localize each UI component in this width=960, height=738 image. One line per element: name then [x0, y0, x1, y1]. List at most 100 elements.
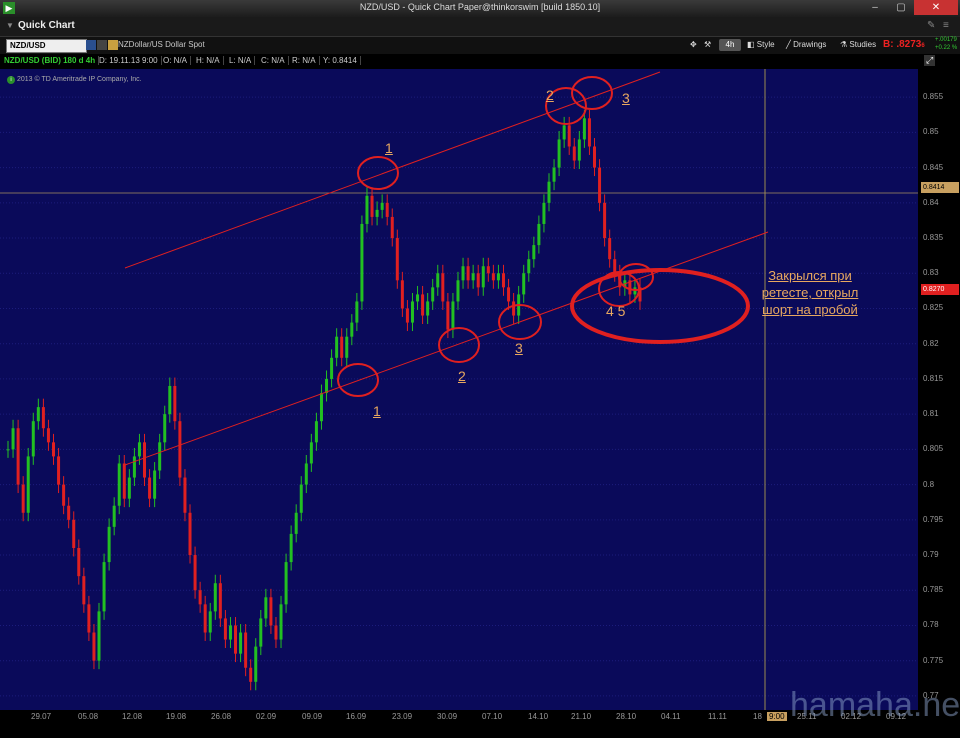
quick-chart-header: ▼ Quick Chart ✎ ≡	[0, 17, 960, 37]
y-tick-label: 0.775	[923, 655, 944, 665]
current-price-tag: 0.8270	[921, 284, 959, 295]
annotation-note: Закрылся при ретесте, открыл шорт на про…	[761, 268, 859, 317]
candle-body	[405, 308, 409, 323]
x-tick-label: 11.11	[708, 712, 727, 721]
candle-body	[395, 238, 399, 281]
candle-body	[254, 646, 258, 682]
candle-body	[168, 385, 172, 415]
candle-body	[36, 407, 40, 422]
timeframe-button[interactable]: 4h	[719, 39, 741, 51]
x-tick-label: 23.09	[392, 712, 413, 721]
minimize-button[interactable]: –	[862, 0, 888, 15]
candle-body	[41, 407, 45, 429]
y-tick-label: 0.815	[923, 373, 944, 383]
collapse-arrow-icon[interactable]: ▼	[6, 21, 14, 30]
candle-body	[249, 667, 253, 682]
symbol-dropdown-icon[interactable]	[86, 40, 96, 50]
studies-label: Studies	[849, 40, 877, 49]
candle-body	[577, 139, 581, 161]
candle-body	[173, 385, 177, 422]
candle-body	[52, 442, 56, 457]
candle-body	[532, 245, 536, 260]
annotation-number: 3	[515, 340, 523, 356]
pin-icon[interactable]: ✎	[927, 20, 935, 31]
style-icon: ◧	[747, 40, 755, 49]
x-tick-label: 05.08	[78, 712, 99, 721]
price-chart[interactable]	[0, 69, 960, 738]
candle-body	[153, 470, 157, 499]
expand-icon[interactable]: ⤢	[924, 55, 936, 66]
candle-body	[390, 216, 394, 239]
candle-body	[461, 266, 465, 281]
candle-body	[274, 625, 278, 640]
drawings-icon: ╱	[786, 40, 791, 49]
y-tick-label: 0.81	[923, 409, 939, 419]
y-tick-label: 0.79	[923, 550, 939, 560]
info-date: D: 19.11.13 9:00	[99, 56, 162, 65]
chart-toolbar: NZD/USD NZDollar/US Dollar Spot ✥ ⚒ 4h ◧…	[0, 37, 960, 54]
candle-body	[466, 266, 470, 281]
flag-icon[interactable]	[108, 40, 118, 50]
candle-body	[340, 336, 344, 358]
candle-body	[456, 280, 460, 302]
candle-body	[6, 449, 10, 451]
candle-body	[234, 625, 238, 654]
y-tick-label: 0.84	[923, 197, 939, 207]
info-icon: i	[7, 76, 15, 84]
close-button[interactable]: ✕	[914, 0, 958, 15]
y-tick-label: 0.82	[923, 338, 939, 348]
candle-body	[512, 301, 516, 316]
candle-body	[143, 442, 147, 478]
annotation-number: 3	[622, 90, 630, 106]
candle-body	[279, 604, 283, 640]
panel-title: Quick Chart	[18, 20, 75, 31]
candle-body	[228, 625, 232, 640]
candle-body	[137, 442, 141, 457]
candle-body	[587, 118, 591, 147]
candle-body	[491, 273, 495, 281]
style-button[interactable]: ◧ Style	[747, 39, 775, 51]
y-tick-label: 0.85	[923, 127, 939, 137]
candle-body	[72, 519, 76, 548]
candle-body	[481, 266, 485, 288]
candle-body	[208, 611, 212, 633]
candle-body	[117, 463, 121, 506]
annotation-number: 4 5	[606, 303, 626, 319]
y-tick-label: 0.795	[923, 514, 944, 524]
drawings-button[interactable]: ╱ Drawings	[786, 39, 826, 51]
maximize-button[interactable]: ▢	[888, 0, 914, 15]
candle-body	[400, 280, 404, 309]
candle-body	[436, 273, 440, 288]
y-tick-label: 0.845	[923, 162, 944, 172]
chart-area[interactable]	[0, 69, 960, 738]
bid-suffix: 6	[921, 43, 925, 49]
wrench-icon[interactable]: ⚒	[704, 39, 711, 51]
crosshair-icon[interactable]: ✥	[690, 39, 697, 51]
style-label: Style	[756, 40, 775, 49]
studies-button[interactable]: ⚗ Studies	[840, 39, 876, 51]
drawings-label: Drawings	[793, 40, 827, 49]
annotation-number: 2	[458, 368, 466, 384]
candle-body	[259, 618, 263, 647]
candle-body	[112, 505, 116, 527]
candle-body	[562, 125, 566, 140]
link-icon[interactable]	[97, 40, 107, 50]
candle-body	[289, 533, 293, 563]
candle-body	[603, 202, 607, 239]
candle-body	[132, 456, 136, 478]
info-high: H: N/A	[196, 56, 224, 65]
panel-menu-icon[interactable]: ≡	[943, 20, 949, 31]
x-tick-label: 26.08	[211, 712, 232, 721]
candle-body	[325, 378, 329, 394]
candle-body	[421, 294, 425, 316]
candle-body	[335, 336, 339, 358]
candle-body	[360, 223, 364, 302]
symbol-input[interactable]: NZD/USD	[6, 39, 87, 53]
candle-body	[567, 125, 571, 147]
candle-body	[269, 597, 273, 626]
candle-body	[608, 238, 612, 260]
candle-body	[375, 209, 379, 217]
candle-body	[163, 414, 167, 443]
candle-body	[501, 273, 505, 288]
candle-body	[309, 442, 313, 464]
